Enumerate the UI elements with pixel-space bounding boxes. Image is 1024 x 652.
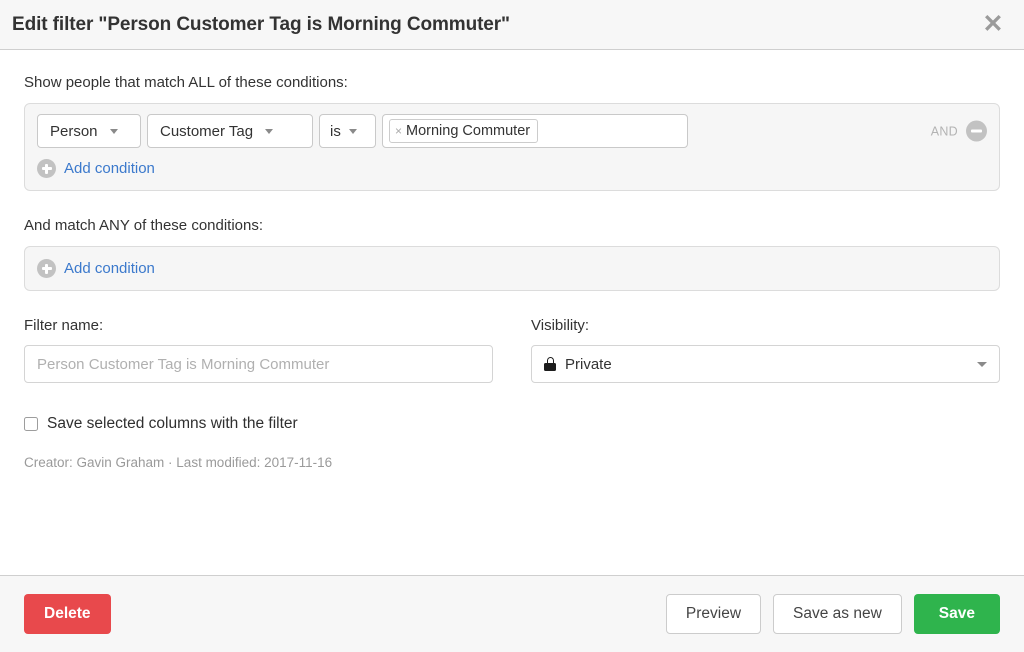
all-conditions-label: Show people that match ALL of these cond… <box>24 74 348 91</box>
add-condition-any-button[interactable]: Add condition <box>37 259 155 278</box>
any-conditions-panel: Add condition <box>24 246 1000 291</box>
condition-subject-value: Person <box>50 122 98 140</box>
condition-join-label: AND <box>930 124 958 138</box>
tag-chip-label: Morning Commuter <box>406 123 531 139</box>
minus-circle-icon[interactable] <box>966 120 987 142</box>
delete-button[interactable]: Delete <box>24 594 111 634</box>
edit-filter-modal: Edit filter "Person Customer Tag is Morn… <box>0 0 1024 652</box>
filter-name-field-group: Filter name: <box>24 317 493 383</box>
chevron-down-icon <box>265 128 274 134</box>
plus-circle-icon <box>37 159 56 178</box>
modal-footer: Delete Preview Save as new Save <box>0 575 1024 652</box>
condition-value-tag-input[interactable]: × Morning Commuter <box>382 114 688 148</box>
chevron-down-icon <box>977 361 987 367</box>
chevron-down-icon <box>348 128 357 134</box>
modal-body: Show people that match ALL of these cond… <box>0 50 1024 575</box>
plus-circle-icon <box>37 259 56 278</box>
footer-actions: Preview Save as new Save <box>665 594 1000 634</box>
filter-name-input[interactable] <box>24 345 493 383</box>
lock-icon <box>544 357 556 371</box>
save-columns-checkbox[interactable] <box>24 417 38 431</box>
chevron-down-icon <box>109 128 118 134</box>
save-columns-checkbox-row[interactable]: Save selected columns with the filter <box>24 415 298 433</box>
condition-attribute-value: Customer Tag <box>160 122 254 140</box>
visibility-select[interactable]: Private <box>531 345 1000 383</box>
add-condition-any-label: Add condition <box>64 260 155 277</box>
save-button[interactable]: Save <box>913 594 1000 634</box>
condition-operator-value: is <box>330 122 341 140</box>
close-icon[interactable]: ✕ <box>980 12 1006 38</box>
visibility-selected-value: Private <box>565 355 612 373</box>
filter-settings-row: Filter name: Visibility: Private <box>24 317 1000 383</box>
modal-header: Edit filter "Person Customer Tag is Morn… <box>0 0 1024 50</box>
condition-join-group: AND <box>930 120 987 142</box>
condition-subject-select[interactable]: Person <box>37 114 141 148</box>
add-condition-all-button[interactable]: Add condition <box>37 159 155 178</box>
tag-remove-icon[interactable]: × <box>395 125 402 137</box>
any-conditions-label: And match ANY of these conditions: <box>24 217 264 234</box>
condition-row: Person Customer Tag is × Morning Commute… <box>37 114 987 148</box>
visibility-field-group: Visibility: Private <box>531 317 1000 383</box>
visibility-label: Visibility: <box>531 317 590 334</box>
save-columns-label: Save selected columns with the filter <box>47 415 298 432</box>
preview-button[interactable]: Preview <box>665 594 762 634</box>
condition-operator-select[interactable]: is <box>319 114 376 148</box>
save-as-new-button[interactable]: Save as new <box>773 594 902 634</box>
filter-name-label: Filter name: <box>24 317 104 334</box>
condition-attribute-select[interactable]: Customer Tag <box>147 114 313 148</box>
tag-chip: × Morning Commuter <box>389 119 539 143</box>
page-title: Edit filter "Person Customer Tag is Morn… <box>12 13 510 35</box>
filter-meta-text: Creator: Gavin Graham · Last modified: 2… <box>24 455 333 470</box>
all-conditions-panel: Person Customer Tag is × Morning Commute… <box>24 103 1000 191</box>
add-condition-all-label: Add condition <box>64 160 155 177</box>
